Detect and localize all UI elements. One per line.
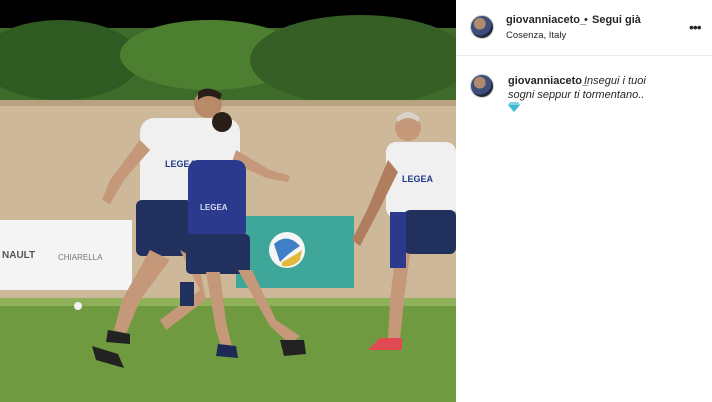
svg-text:LEGEA: LEGEA [402, 174, 434, 184]
following-button[interactable]: Segui già [592, 14, 641, 26]
post-photo-image: NAULT CHIARELLA LEGEA LEGEA LEGEA [0, 0, 456, 402]
header-username[interactable]: giovanniaceto_ [506, 14, 586, 26]
location-link[interactable]: Cosenza, Italy [506, 30, 566, 41]
post-photo[interactable]: NAULT CHIARELLA LEGEA LEGEA LEGEA [0, 0, 456, 402]
svg-text:CHIARELLA: CHIARELLA [58, 253, 103, 262]
caption-text-line1: Insegui i tuoi [584, 75, 646, 87]
more-options-icon[interactable]: ••• [689, 20, 702, 34]
svg-text:NAULT: NAULT [2, 250, 35, 261]
header-separator: • [584, 14, 588, 26]
caption-username[interactable]: giovanniaceto_ [508, 75, 588, 87]
post-header: giovanniaceto_ • Segui già Cosenza, Ital… [456, 0, 712, 56]
post-sidebar: giovanniaceto_ • Segui già Cosenza, Ital… [456, 0, 712, 402]
user-avatar[interactable] [470, 15, 494, 39]
caption-avatar[interactable] [470, 74, 494, 98]
football [269, 232, 305, 268]
gem-emoji-icon [508, 102, 520, 112]
svg-text:LEGEA: LEGEA [200, 203, 228, 212]
caption-text-line2: sogni seppur ti tormentano.. [508, 89, 645, 101]
